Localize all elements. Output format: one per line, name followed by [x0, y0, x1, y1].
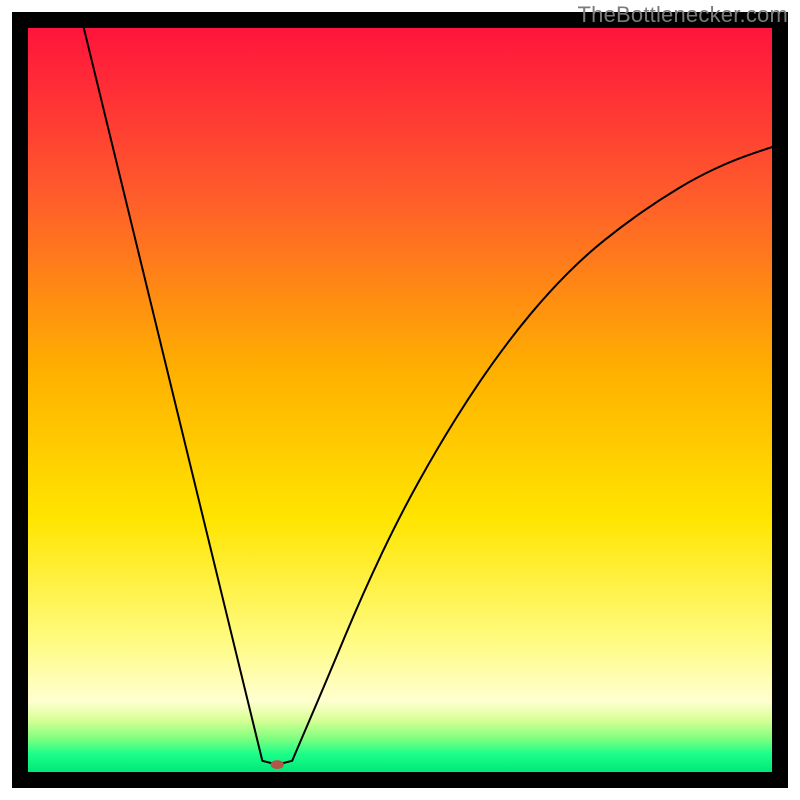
- attribution-text: TheBottlenecker.com: [578, 2, 788, 28]
- plot-background: [28, 28, 772, 772]
- bottleneck-chart: [0, 0, 800, 800]
- optimal-point-marker: [271, 760, 284, 769]
